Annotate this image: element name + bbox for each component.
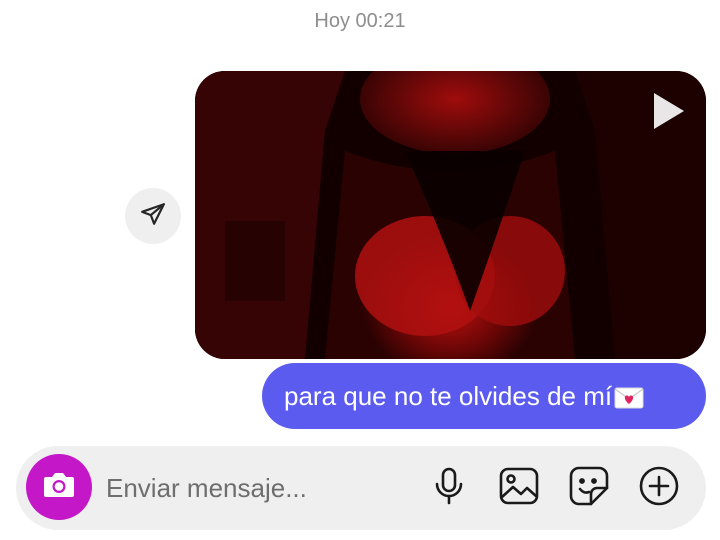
sticker-button[interactable] (568, 466, 610, 511)
message-composer (16, 446, 706, 530)
play-icon[interactable] (650, 91, 686, 131)
chat-screen: Hoy 00:21 para que no te olvides de mí E… (0, 0, 720, 540)
message-timestamp: Hoy 00:21 (314, 10, 406, 32)
microphone-icon (434, 467, 464, 510)
camera-icon (42, 470, 76, 505)
share-button[interactable] (125, 188, 181, 244)
camera-button[interactable] (26, 454, 92, 520)
message-text: para que no te olvides de mí (284, 380, 613, 411)
video-thumbnail (195, 71, 706, 359)
send-arrow-icon (140, 201, 166, 232)
message-input[interactable] (106, 468, 406, 508)
add-button[interactable] (638, 466, 680, 511)
sticker-icon (569, 466, 609, 511)
plus-circle-icon (639, 466, 679, 511)
video-message[interactable] (195, 71, 706, 359)
gallery-button[interactable] (498, 467, 540, 509)
love-letter-icon (614, 385, 644, 409)
gallery-icon (499, 467, 539, 510)
sent-text-message: para que no te olvides de mí (262, 363, 706, 429)
microphone-button[interactable] (428, 467, 470, 509)
